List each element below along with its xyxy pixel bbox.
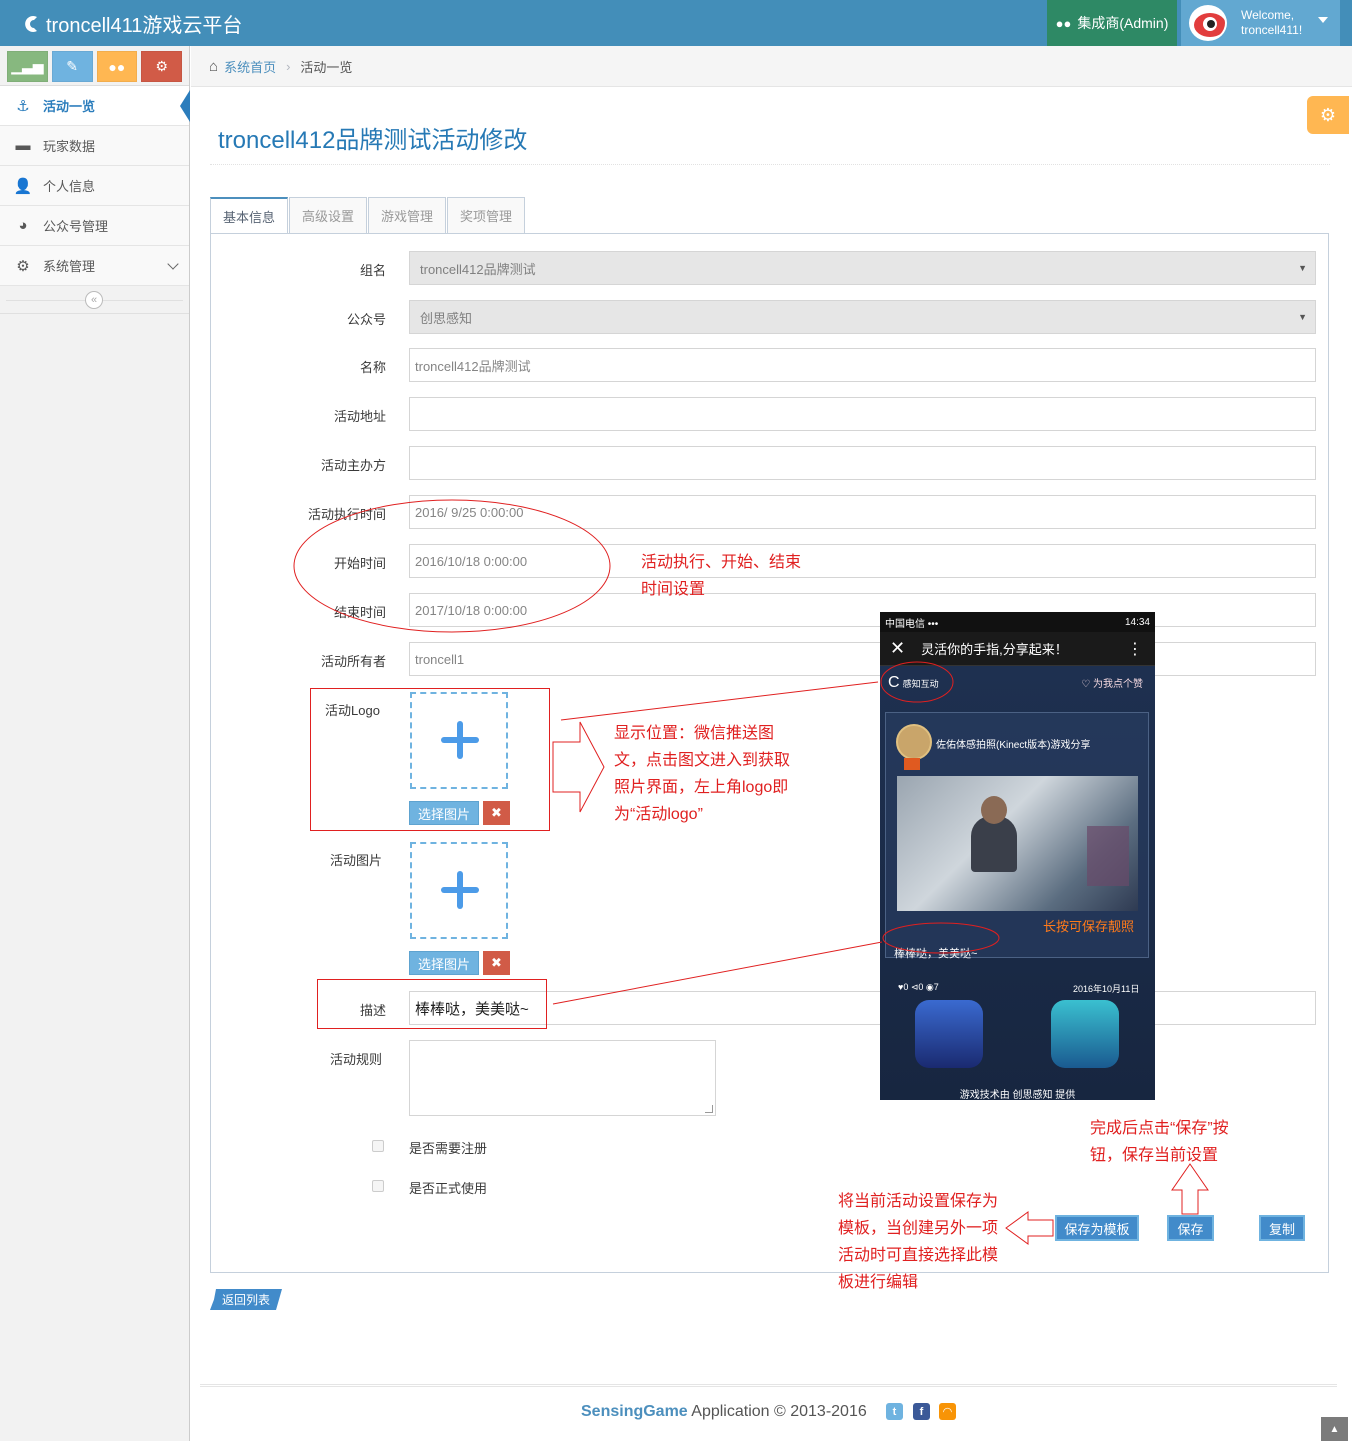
time-annotation: 活动执行、开始、结束 时间设置 bbox=[641, 554, 802, 598]
description-annotation-box bbox=[317, 979, 547, 1029]
logo-annotation: 显示位置：微信推送图 文，点击图文进入到获取 照片界面，左上角logo即 为“活… bbox=[614, 725, 791, 823]
save-annotation: 完成后点击“保存”按 钮，保存当前设置 bbox=[1090, 1120, 1229, 1164]
template-annotation: 将当前活动设置保存为 模板，当创建另外一项 活动时可直接选择此模 板进行编辑 bbox=[838, 1193, 999, 1291]
logo-annotation-box bbox=[310, 688, 550, 831]
